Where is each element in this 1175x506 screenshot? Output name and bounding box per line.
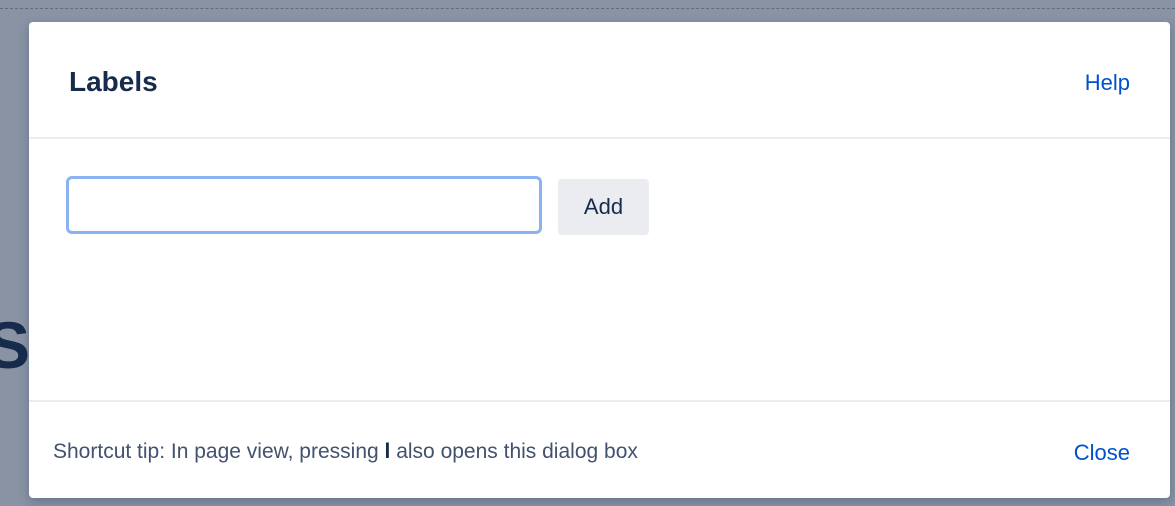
dialog-title: Labels xyxy=(69,66,158,97)
labels-dialog: Labels Help Add Shortcut tip: In page vi… xyxy=(29,22,1170,498)
help-link[interactable]: Help xyxy=(1085,70,1130,96)
dialog-footer: Shortcut tip: In page view, pressing l a… xyxy=(29,400,1170,500)
backdrop-divider xyxy=(0,8,1175,9)
shortcut-tip: Shortcut tip: In page view, pressing l a… xyxy=(53,440,638,464)
label-input[interactable] xyxy=(66,176,542,234)
shortcut-tip-suffix: also opens this dialog box xyxy=(390,440,638,463)
add-button[interactable]: Add xyxy=(558,179,649,235)
dialog-header: Labels Help xyxy=(29,22,1170,139)
shortcut-tip-prefix: Shortcut tip: In page view, pressing xyxy=(53,440,385,463)
close-link[interactable]: Close xyxy=(1074,440,1130,466)
